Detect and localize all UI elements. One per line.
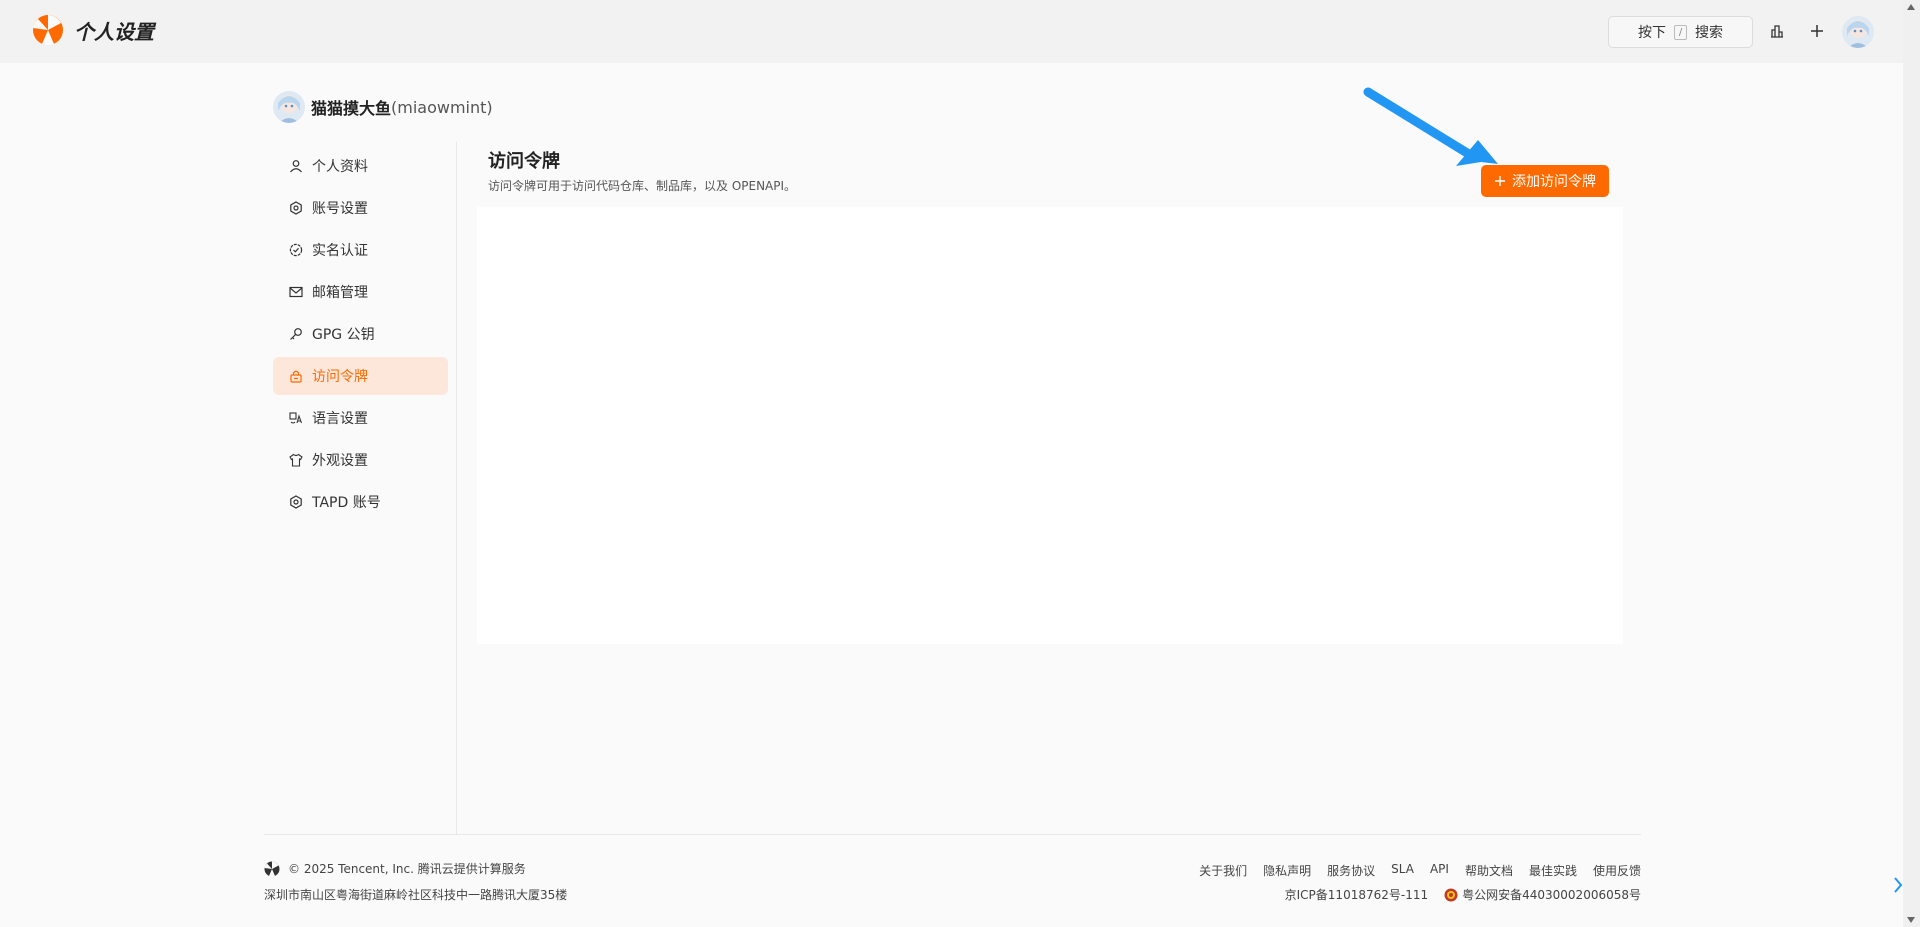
icp-link[interactable]: 京ICP备11018762号-111: [1285, 886, 1428, 903]
lock-icon: [289, 369, 303, 383]
section-title: 访问令牌: [488, 151, 560, 172]
key-icon: [289, 327, 303, 341]
plus-icon[interactable]: [1806, 20, 1828, 42]
footer-link-feedback[interactable]: 使用反馈: [1593, 862, 1641, 879]
settings-icon: [289, 201, 303, 215]
sidebar-item-access-token[interactable]: 访问令牌: [273, 357, 448, 395]
sidebar-item-label: 账号设置: [312, 201, 368, 217]
user-info: 猫猫摸大鱼 (miaowmint): [273, 91, 493, 123]
police-badge-icon: [1444, 888, 1458, 901]
user-icon: [289, 159, 303, 173]
sidebar-item-appearance[interactable]: 外观设置: [273, 441, 448, 479]
translate-icon: [289, 411, 303, 425]
sidebar-item-label: 实名认证: [312, 243, 368, 259]
footer-divider: [264, 834, 1641, 835]
sidebar-item-profile[interactable]: 个人资料: [273, 147, 448, 185]
sidebar-item-label: 访问令牌: [312, 369, 368, 385]
floating-tool-icon[interactable]: [1892, 876, 1904, 894]
footer-copyright: © 2025 Tencent, Inc. 腾讯云提供计算服务: [264, 860, 526, 877]
sidebar-item-label: 外观设置: [312, 453, 368, 469]
police-record[interactable]: 粤公网安备44030002006058号: [1444, 886, 1641, 903]
footer-link-api[interactable]: API: [1430, 862, 1449, 879]
token-list-panel: [477, 207, 1623, 644]
footer-address: 深圳市南山区粤海街道麻岭社区科技中一路腾讯大厦35楼: [264, 888, 568, 902]
search-shortcut-key: /: [1674, 24, 1687, 40]
user-name: 猫猫摸大鱼: [311, 99, 392, 118]
footer-registrations: 京ICP备11018762号-111 粤公网安备44030002006058号: [1285, 886, 1641, 903]
verified-icon: [289, 243, 303, 257]
arrow-annotation-icon: [1363, 87, 1498, 166]
section-description: 访问令牌可用于访问代码仓库、制品库，以及 OPENAPI。: [488, 179, 797, 193]
brand[interactable]: 个人设置: [32, 14, 154, 46]
footer-link-terms[interactable]: 服务协议: [1327, 862, 1375, 879]
police-record-label: 粤公网安备44030002006058号: [1462, 888, 1641, 902]
plus-icon: [1495, 176, 1505, 186]
search-press-label: 按下: [1638, 25, 1666, 41]
vertical-scrollbar[interactable]: [1903, 0, 1920, 927]
sidebar-item-account[interactable]: 账号设置: [273, 189, 448, 227]
footer-link-sla[interactable]: SLA: [1391, 862, 1414, 879]
footer-link-best-practice[interactable]: 最佳实践: [1529, 862, 1577, 879]
search-label: 搜索: [1695, 25, 1723, 41]
sidebar-item-label: 个人资料: [312, 159, 368, 175]
footer-logo-icon: [264, 861, 280, 877]
sidebar-item-email[interactable]: 邮箱管理: [273, 273, 448, 311]
stats-icon[interactable]: [1766, 20, 1788, 42]
sidebar-divider: [456, 142, 457, 835]
copyright-text: © 2025 Tencent, Inc. 腾讯云提供计算服务: [288, 862, 526, 876]
top-bar: 个人设置 按下 / 搜索: [0, 0, 1903, 63]
sidebar-item-label: TAPD 账号: [312, 495, 381, 511]
sidebar-item-language[interactable]: 语言设置: [273, 399, 448, 437]
header-avatar[interactable]: [1842, 16, 1874, 48]
sidebar-item-verification[interactable]: 实名认证: [273, 231, 448, 269]
shirt-icon: [289, 453, 303, 467]
scroll-down-icon[interactable]: [1907, 917, 1915, 923]
settings-icon: [289, 495, 303, 509]
user-avatar: [273, 91, 305, 123]
logo-icon: [33, 15, 63, 46]
add-access-token-label: 添加访问令牌: [1512, 174, 1596, 190]
settings-sidebar: 个人资料 账号设置 实名认证 邮箱管理 GPG 公钥 访问令牌 语言设置 外观设…: [273, 147, 448, 525]
mail-icon: [289, 285, 303, 299]
sidebar-item-label: GPG 公钥: [312, 327, 375, 343]
footer-link-help[interactable]: 帮助文档: [1465, 862, 1513, 879]
sidebar-item-tapd[interactable]: TAPD 账号: [273, 483, 448, 521]
footer-links: 关于我们 隐私声明 服务协议 SLA API 帮助文档 最佳实践 使用反馈: [1199, 862, 1641, 879]
sidebar-item-label: 语言设置: [312, 411, 368, 427]
search-button[interactable]: 按下 / 搜索: [1608, 16, 1753, 48]
footer-link-privacy[interactable]: 隐私声明: [1263, 862, 1311, 879]
user-handle: (miaowmint): [391, 97, 493, 117]
sidebar-item-label: 邮箱管理: [312, 285, 368, 301]
page-title: 个人设置: [74, 19, 154, 44]
scroll-up-icon[interactable]: [1907, 4, 1915, 10]
footer-link-about[interactable]: 关于我们: [1199, 862, 1247, 879]
sidebar-item-gpg[interactable]: GPG 公钥: [273, 315, 448, 353]
